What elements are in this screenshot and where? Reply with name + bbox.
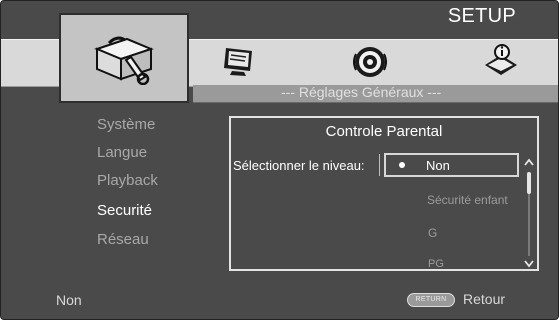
monitor-icon bbox=[224, 48, 252, 76]
speaker-icon bbox=[353, 47, 387, 77]
menu-item-playback[interactable]: Playback bbox=[97, 172, 158, 189]
scroll-down-icon[interactable] bbox=[524, 260, 534, 268]
info-book-icon bbox=[485, 44, 517, 75]
option-pg[interactable]: PG bbox=[428, 258, 444, 269]
menu-item-langue[interactable]: Langue bbox=[97, 144, 147, 161]
toolbox-icon bbox=[94, 36, 154, 85]
label-divider bbox=[379, 154, 381, 176]
radio-selected-icon bbox=[399, 162, 405, 168]
menu-item-securite[interactable]: Securité bbox=[97, 202, 152, 219]
scroll-thumb[interactable] bbox=[527, 172, 531, 194]
setup-title: SETUP bbox=[447, 5, 516, 27]
tab-general-settings[interactable] bbox=[59, 13, 189, 103]
setup-screen: SETUP --- Réglages Généraux --- Système … bbox=[0, 0, 559, 320]
panel-title: Controle Parental bbox=[325, 123, 443, 140]
tab-information[interactable] bbox=[477, 41, 521, 83]
current-value-status: Non bbox=[56, 292, 82, 308]
return-key-icon[interactable]: RETURN bbox=[407, 293, 455, 307]
menu-item-reseau[interactable]: Réseau bbox=[97, 231, 149, 248]
parental-control-panel: Controle Parental Sélectionner le niveau… bbox=[229, 116, 539, 271]
option-g[interactable]: G bbox=[428, 226, 437, 240]
options-scrollbar[interactable] bbox=[524, 158, 534, 268]
return-label[interactable]: Retour bbox=[463, 291, 505, 307]
level-label: Sélectionner le niveau: bbox=[233, 158, 365, 173]
option-non[interactable]: Non bbox=[426, 158, 450, 173]
option-securite-enfant[interactable]: Sécurité enfant bbox=[427, 193, 508, 207]
page-subtitle: --- Réglages Généraux --- bbox=[281, 84, 442, 100]
option-pg-clip: PG bbox=[428, 258, 468, 269]
menu-item-systeme[interactable]: Système bbox=[97, 116, 155, 133]
tab-display[interactable] bbox=[216, 41, 260, 83]
scroll-up-icon[interactable] bbox=[524, 158, 534, 166]
tab-audio[interactable] bbox=[348, 41, 392, 83]
